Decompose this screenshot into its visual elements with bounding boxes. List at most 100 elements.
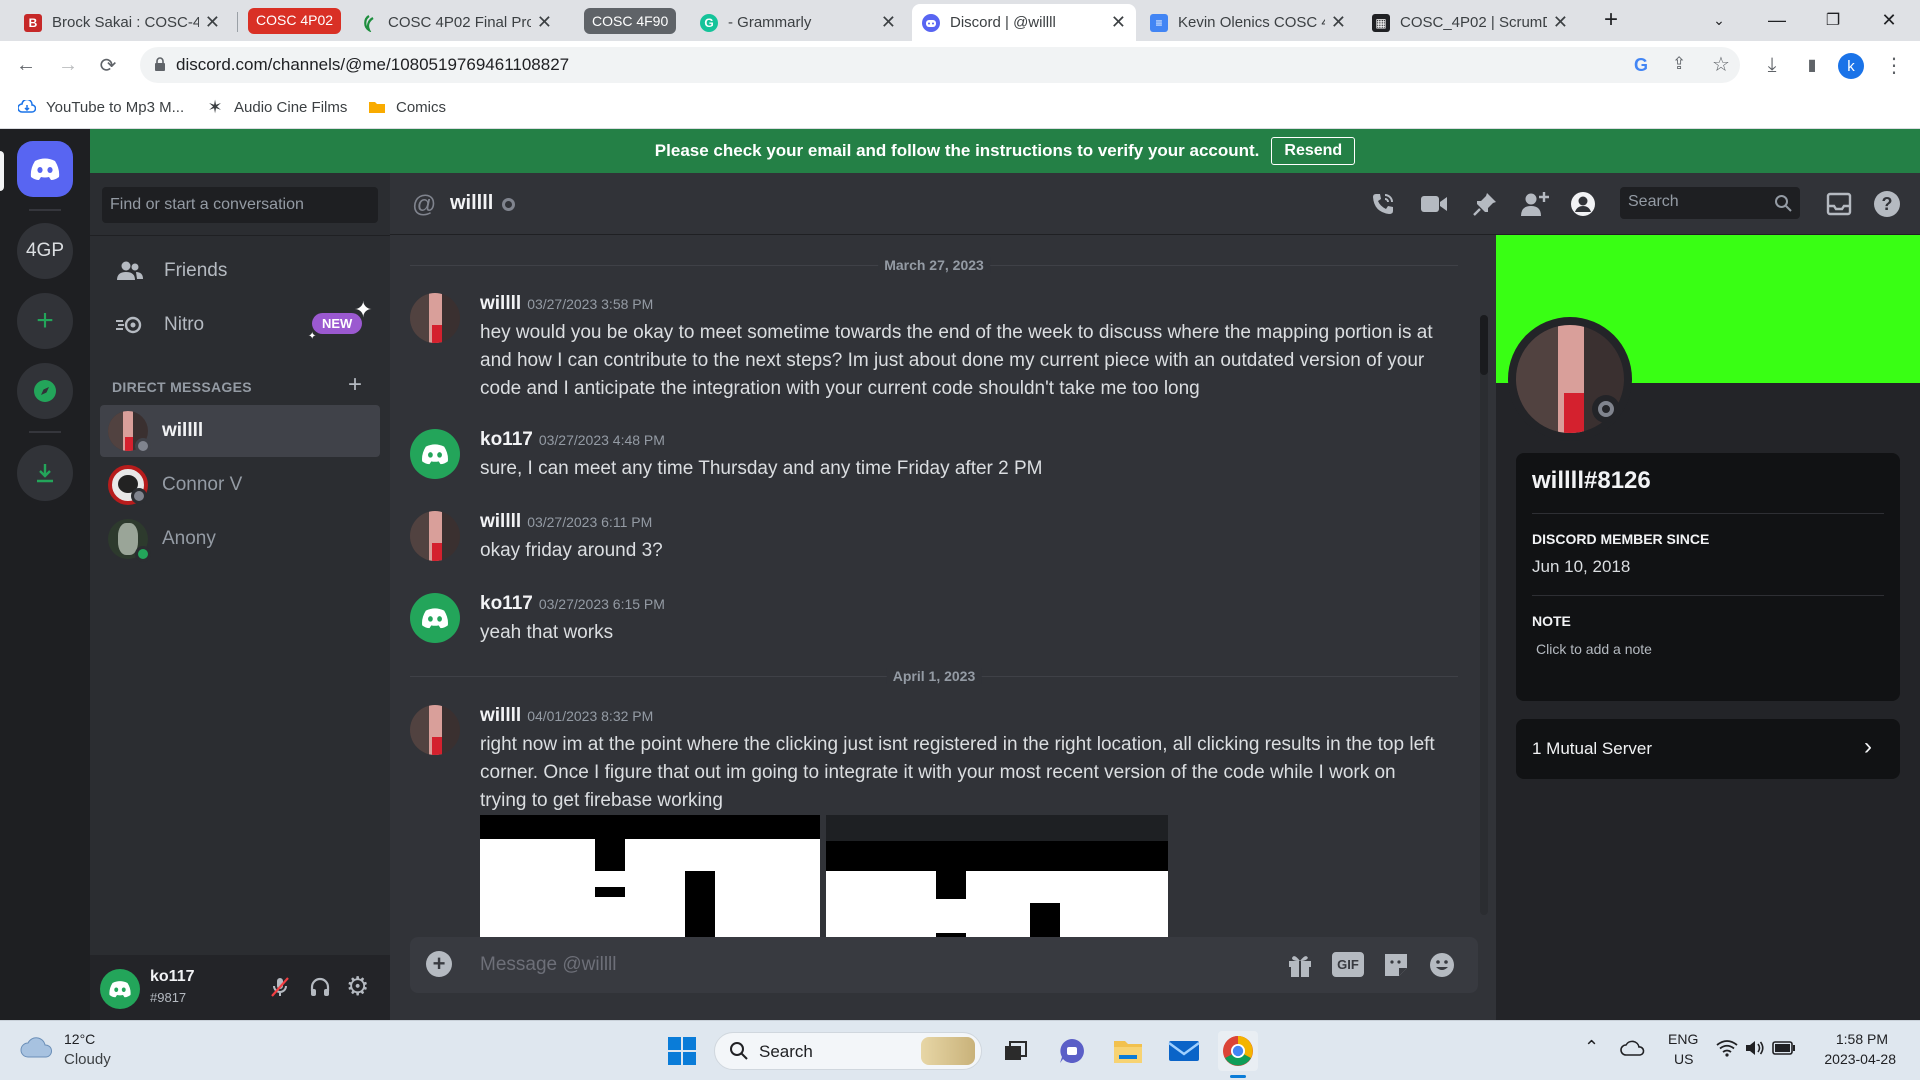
reload-button[interactable]: ⟳	[94, 51, 122, 79]
server-4gp[interactable]: 4GP	[17, 223, 73, 279]
chrome-taskbar-icon[interactable]	[1218, 1031, 1258, 1071]
bookmark-youtube-mp3[interactable]: YouTube to Mp3 M...	[18, 98, 184, 116]
task-view-icon[interactable]	[996, 1031, 1036, 1071]
gif-button[interactable]: GIF	[1332, 952, 1364, 977]
restore-button[interactable]: ❐	[1810, 6, 1856, 34]
pinned-messages-icon[interactable]	[1472, 191, 1498, 217]
user-profile-toggle-icon[interactable]	[1570, 191, 1596, 217]
message-author[interactable]: ko117 03/27/2023 6:15 PM	[480, 593, 665, 615]
upload-plus-button[interactable]: +	[426, 951, 452, 977]
google-lens-icon[interactable]: G	[1634, 55, 1648, 76]
new-tab-button[interactable]: +	[1588, 6, 1634, 34]
message-author[interactable]: willll 04/01/2023 8:32 PM	[480, 705, 653, 727]
windows-start-icon[interactable]	[662, 1031, 702, 1071]
image-attachment[interactable]	[826, 815, 1168, 937]
tab-discord[interactable]: Discord | @willll ✕	[912, 4, 1136, 41]
weather-temp[interactable]: 12°C	[64, 1031, 95, 1047]
author-name[interactable]: ko117	[480, 593, 533, 614]
tab-close-icon[interactable]: ✕	[881, 12, 896, 33]
close-window-button[interactable]: ✕	[1866, 6, 1912, 34]
tray-chevron-up-icon[interactable]: ⌃	[1584, 1037, 1599, 1058]
wifi-icon[interactable]	[1716, 1039, 1738, 1057]
tab-cosc-4p02-final[interactable]: COSC 4P02 Final Prog ✕	[350, 4, 562, 41]
tab-close-icon[interactable]: ✕	[1553, 12, 1568, 33]
dm-item-anony[interactable]: Anony	[100, 513, 380, 565]
bookmark-star-icon[interactable]: ☆	[1712, 52, 1730, 77]
share-icon[interactable]: ⇪	[1672, 54, 1686, 74]
author-name[interactable]: willll	[480, 511, 521, 532]
avatar[interactable]	[410, 293, 460, 343]
gift-icon[interactable]	[1286, 951, 1314, 979]
mute-microphone-icon[interactable]	[268, 975, 292, 999]
onedrive-cloud-icon[interactable]	[1620, 1039, 1646, 1057]
explore-servers-button[interactable]	[17, 363, 73, 419]
avatar[interactable]	[410, 511, 460, 561]
headphones-icon[interactable]	[308, 975, 332, 999]
volume-icon[interactable]	[1744, 1039, 1766, 1057]
avatar[interactable]	[410, 593, 460, 643]
tab-close-icon[interactable]: ✕	[1331, 12, 1346, 33]
file-explorer-icon[interactable]	[1108, 1031, 1148, 1071]
sidebar-item-nitro[interactable]: Nitro NEW ✦ ✦	[100, 297, 380, 349]
author-name[interactable]: willll	[480, 293, 521, 314]
download-apps-button[interactable]	[17, 445, 73, 501]
start-video-call-icon[interactable]	[1420, 193, 1448, 215]
start-voice-call-icon[interactable]	[1370, 191, 1396, 217]
lock-icon[interactable]	[154, 57, 166, 71]
language-indicator[interactable]: ENG	[1668, 1031, 1698, 1047]
back-button[interactable]: ←	[12, 51, 40, 79]
minimize-button[interactable]: —	[1754, 6, 1800, 34]
avatar[interactable]	[410, 429, 460, 479]
user-avatar[interactable]	[100, 969, 140, 1009]
weather-condition[interactable]: Cloudy	[64, 1051, 111, 1068]
direct-messages-home-button[interactable]	[17, 141, 73, 197]
tab-close-icon[interactable]: ✕	[1111, 12, 1126, 33]
bookmark-audio-cine-films[interactable]: ✶ Audio Cine Films	[206, 97, 347, 117]
avatar[interactable]	[410, 705, 460, 755]
chrome-menu-icon[interactable]: ⋮	[1880, 51, 1908, 79]
clock-date[interactable]: 2023-04-28	[1808, 1051, 1896, 1067]
find-conversation-button[interactable]: Find or start a conversation	[102, 187, 378, 223]
tab-group-cosc-4f90[interactable]: COSC 4F90	[584, 8, 677, 34]
sticker-icon[interactable]	[1382, 951, 1410, 979]
side-panel-icon[interactable]: ▮	[1798, 51, 1826, 79]
tab-group-cosc-4p02[interactable]: COSC 4P02	[248, 8, 342, 34]
weather-cloud-icon[interactable]	[20, 1035, 54, 1061]
battery-icon[interactable]	[1772, 1041, 1796, 1055]
region-indicator[interactable]: US	[1674, 1051, 1693, 1067]
message-scrollbar[interactable]	[1480, 315, 1488, 915]
message-input[interactable]: Message @willll	[480, 954, 617, 976]
message-author[interactable]: ko117 03/27/2023 4:48 PM	[480, 429, 665, 451]
mutual-servers-button[interactable]: 1 Mutual Server ›	[1516, 719, 1900, 779]
add-server-button[interactable]: +	[17, 293, 73, 349]
tab-kevin-olenics[interactable]: ≡ Kevin Olenics COSC 4 ✕	[1140, 4, 1356, 41]
tab-close-icon[interactable]: ✕	[537, 12, 552, 33]
dm-item-willll[interactable]: willll	[100, 405, 380, 457]
dm-item-connor-v[interactable]: Connor V	[100, 459, 380, 511]
author-name[interactable]: ko117	[480, 429, 533, 450]
user-name[interactable]: ko117	[150, 968, 194, 986]
tab-scrumdesk[interactable]: ▦ COSC_4P02 | ScrumD ✕	[1362, 4, 1578, 41]
bookmark-comics[interactable]: Comics	[368, 98, 446, 116]
chat-recipient-name[interactable]: willll	[450, 192, 493, 215]
address-bar[interactable]: discord.com/channels/@me/108051976946110…	[140, 47, 1740, 83]
emoji-icon[interactable]	[1428, 951, 1456, 979]
clock-time[interactable]: 1:58 PM	[1808, 1031, 1888, 1047]
tab-close-icon[interactable]: ✕	[205, 12, 220, 33]
forward-button[interactable]: →	[54, 51, 82, 79]
message-author[interactable]: willll 03/27/2023 3:58 PM	[480, 293, 653, 315]
add-friends-to-dm-icon[interactable]	[1520, 190, 1550, 218]
teams-chat-icon[interactable]	[1052, 1031, 1092, 1071]
create-dm-button[interactable]: +	[348, 371, 362, 399]
user-settings-gear-icon[interactable]: ⚙	[346, 971, 369, 1002]
tab-grammarly[interactable]: G - Grammarly ✕	[690, 4, 906, 41]
chat-search-input[interactable]: Search	[1620, 187, 1800, 219]
author-name[interactable]: willll	[480, 705, 521, 726]
download-icon[interactable]: ⤓	[1758, 51, 1786, 79]
taskbar-search[interactable]: Search	[714, 1032, 982, 1070]
help-icon[interactable]: ?	[1874, 191, 1900, 217]
note-input[interactable]: Click to add a note	[1536, 641, 1652, 657]
tab-search-chevron-icon[interactable]: ⌄	[1696, 6, 1742, 34]
sidebar-item-friends[interactable]: Friends	[100, 247, 380, 295]
message-author[interactable]: willll 03/27/2023 6:11 PM	[480, 511, 652, 533]
